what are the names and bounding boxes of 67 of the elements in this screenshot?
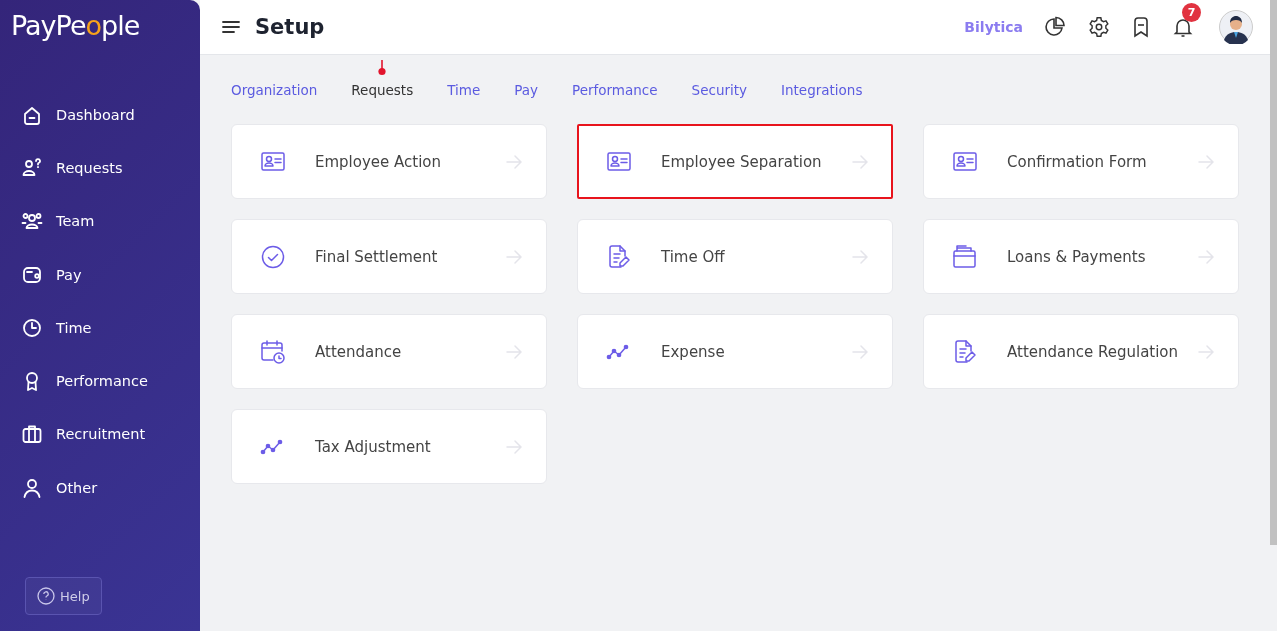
logo: PayPeople	[10, 9, 140, 43]
notification-count: 7	[1182, 3, 1201, 22]
sidebar-item[interactable]: Performance	[0, 354, 148, 408]
request-card[interactable]: Expense	[577, 314, 893, 389]
request-card[interactable]: Tax Adjustment	[231, 409, 547, 484]
arrow-icon	[852, 154, 868, 169]
arrow-icon	[1198, 344, 1214, 359]
card-label: Final Settlement	[315, 247, 439, 266]
arrow-icon	[506, 439, 522, 454]
notification-bell-icon[interactable]	[1172, 16, 1194, 38]
tab[interactable]: Time	[447, 82, 481, 98]
arrow-icon	[852, 344, 868, 359]
request-card[interactable]: Time Off	[577, 219, 893, 294]
sidebar-item[interactable]: Requests	[0, 141, 123, 195]
arrow-icon	[1198, 249, 1214, 264]
card-label: Employee Separation	[661, 152, 823, 171]
sidebar-item[interactable]: Time	[0, 301, 92, 355]
card-label: Tax Adjustment	[315, 437, 432, 456]
arrow-icon	[852, 249, 868, 264]
request-card[interactable]: Employee Separation	[577, 124, 893, 199]
tab[interactable]: Pay	[514, 82, 539, 98]
scrollbar[interactable]	[1270, 0, 1277, 545]
page-title: Setup	[255, 15, 325, 39]
document-edit-icon	[952, 338, 978, 365]
sidebar-item[interactable]: Other	[0, 461, 98, 515]
card-label: Attendance Regulation	[1007, 342, 1180, 361]
check-circle-icon	[260, 243, 286, 270]
sidebar-item[interactable]: Dashboard	[0, 88, 135, 142]
tab[interactable]: Requests	[351, 82, 414, 98]
arrow-icon	[506, 154, 522, 169]
avatar[interactable]	[1219, 10, 1253, 44]
card-label: Employee Action	[315, 152, 443, 171]
bookmark-icon[interactable]	[1132, 16, 1150, 38]
briefcase-icon	[21, 423, 43, 446]
card-label: Attendance	[315, 342, 403, 361]
request-card[interactable]: Confirmation Form	[923, 124, 1239, 199]
help-icon	[37, 587, 55, 605]
arrow-icon	[506, 249, 522, 264]
settings-icon[interactable]	[1088, 16, 1110, 38]
card-label: Confirmation Form	[1007, 152, 1148, 171]
help-button[interactable]: Help	[25, 577, 102, 615]
arrow-icon	[1198, 154, 1214, 169]
request-card[interactable]: Attendance	[231, 314, 547, 389]
clock-icon	[21, 316, 43, 339]
sidebar-item[interactable]: Team	[0, 194, 95, 248]
document-edit-icon	[606, 243, 632, 270]
calendar-clock-icon	[260, 338, 286, 365]
menu-icon[interactable]	[222, 20, 240, 34]
tab[interactable]: Organization	[231, 82, 318, 98]
sidebar-item[interactable]: Recruitment	[0, 407, 146, 462]
selected-tab-marker	[378, 60, 387, 76]
pie-chart-icon[interactable]	[1044, 16, 1066, 38]
card-label: Loans & Payments	[1007, 247, 1147, 266]
tab[interactable]: Performance	[572, 82, 658, 98]
sidebar-item[interactable]: Pay	[0, 247, 82, 302]
tab[interactable]: Security	[691, 82, 748, 98]
request-card[interactable]: Final Settlement	[231, 219, 547, 294]
request-card[interactable]: Employee Action	[231, 124, 547, 199]
tab[interactable]: Integrations	[781, 82, 863, 98]
card-label: Time Off	[661, 247, 726, 266]
request-card[interactable]: Attendance Regulation	[923, 314, 1239, 389]
arrow-icon	[506, 344, 522, 359]
folder-icon	[952, 243, 978, 270]
request-card[interactable]: Loans & Payments	[923, 219, 1239, 294]
person-question-icon	[21, 156, 43, 179]
card-label: Expense	[661, 342, 726, 361]
user-icon	[21, 476, 43, 499]
